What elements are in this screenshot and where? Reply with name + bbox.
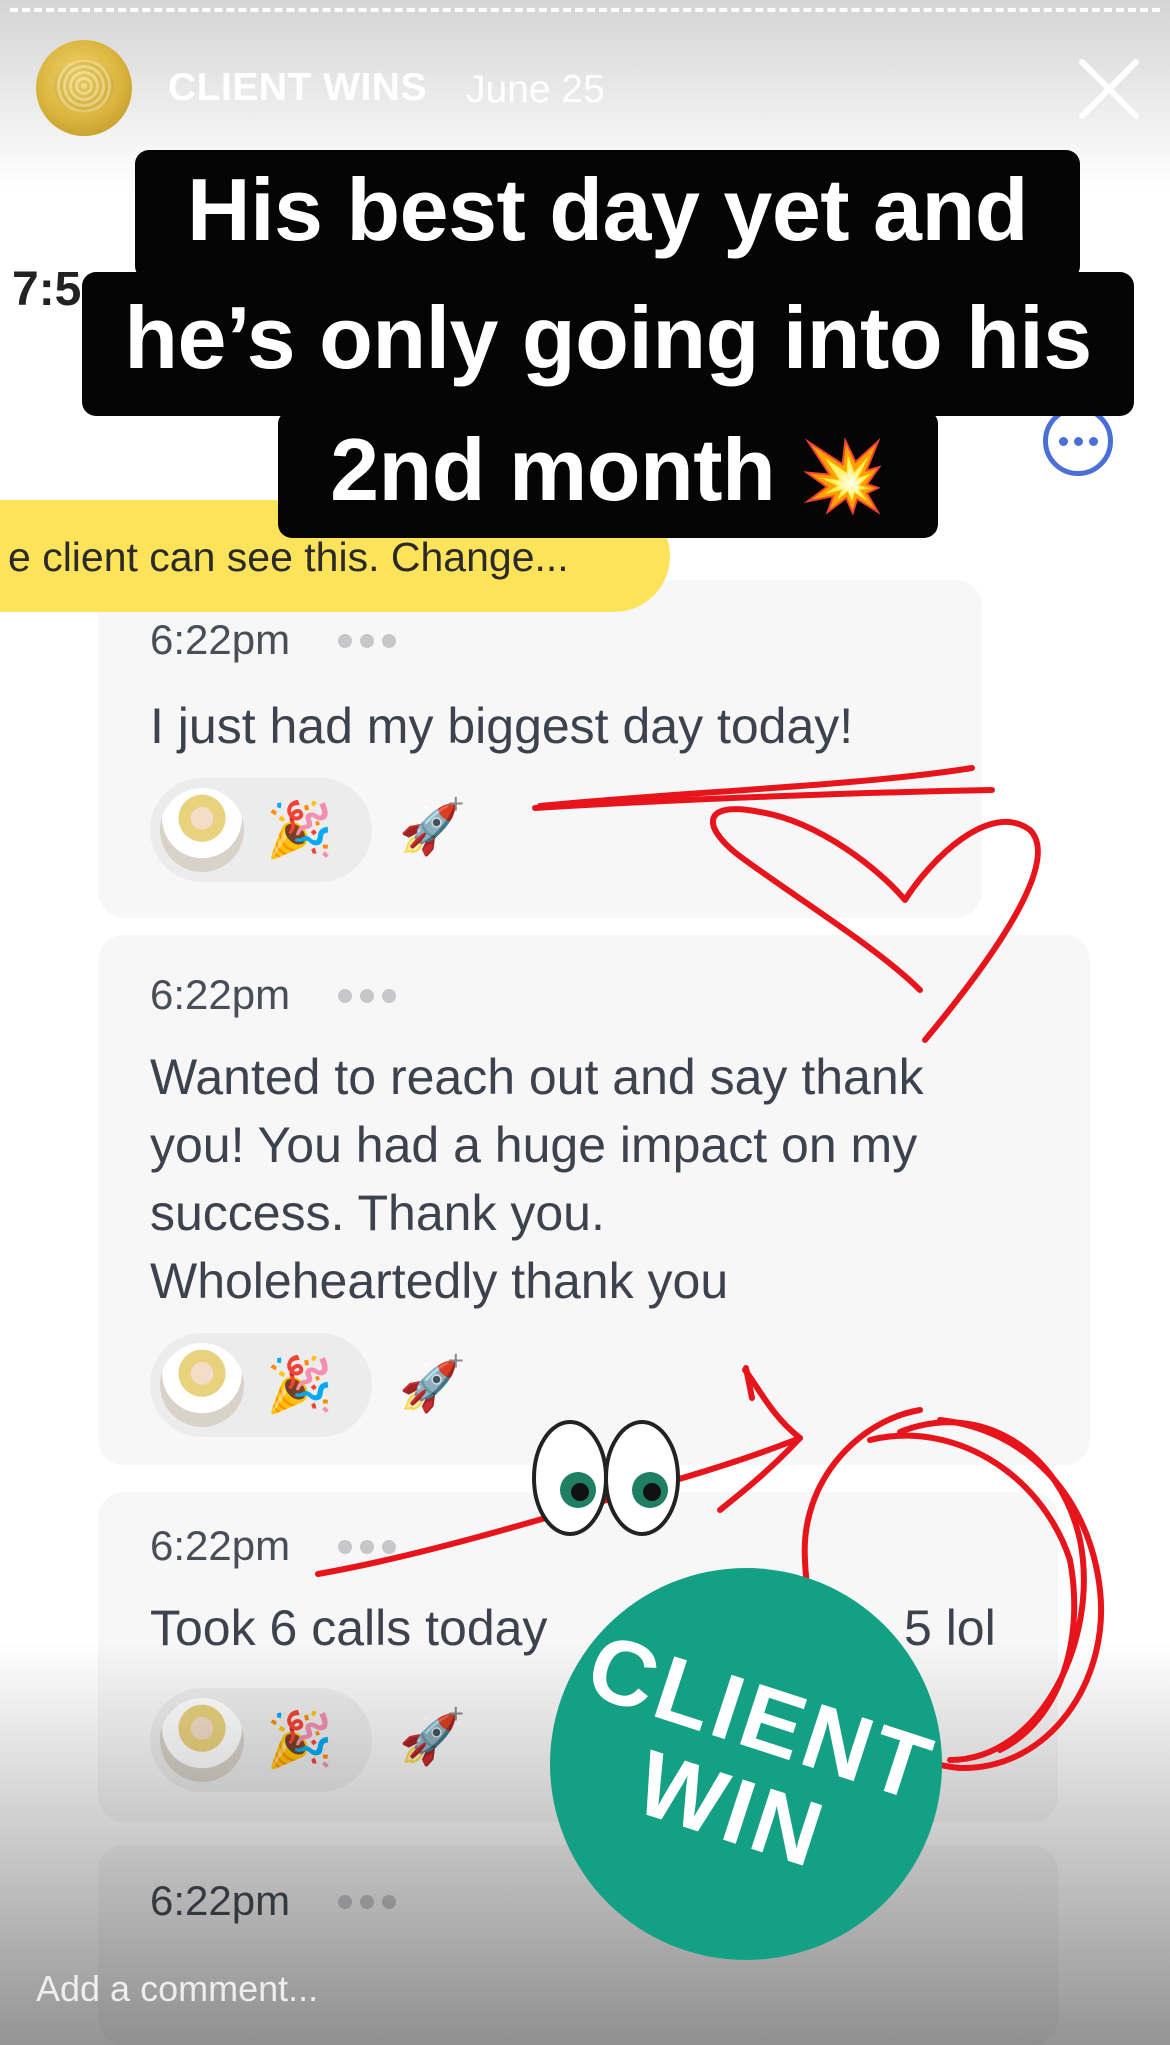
- reactor-avatar: [160, 788, 244, 872]
- client-win-badge-text: CLIENT WIN: [575, 1614, 946, 1888]
- message-text: Wanted to reach out and say thank you! Y…: [150, 1043, 924, 1315]
- message-card: 6:22pm Wanted to reach out and say thank…: [98, 935, 1090, 1465]
- add-reaction-icon[interactable]: 🚀 +: [394, 788, 464, 864]
- eyes-icon: [532, 1420, 680, 1536]
- post-date: June 25: [466, 68, 605, 111]
- account-avatar[interactable]: [36, 40, 132, 136]
- caption-line-3: 2nd month 💥: [278, 410, 938, 538]
- message-line: Wanted to reach out and say thank: [150, 1049, 924, 1105]
- message-text: I just had my biggest day today!: [150, 698, 854, 754]
- add-reaction-icon[interactable]: 🚀 +: [394, 1345, 464, 1421]
- account-name[interactable]: CLIENT WINS: [168, 66, 427, 110]
- reaction-pill[interactable]: 🎉: [150, 1688, 372, 1792]
- message-options-icon[interactable]: [338, 1895, 396, 1909]
- client-win-badge: CLIENT WIN: [550, 1568, 946, 1960]
- story-progress-bar: [10, 8, 1160, 17]
- message-time: 6:22pm: [150, 1522, 291, 1569]
- message-options-icon[interactable]: [338, 634, 396, 648]
- message-text-end: 5 lol: [904, 1600, 996, 1656]
- message-card: 6:22pm: [98, 1845, 1058, 2045]
- party-popper-icon: 🎉: [266, 799, 334, 860]
- party-popper-icon: 🎉: [266, 1709, 334, 1770]
- caption-line-3-text: 2nd month: [330, 420, 776, 519]
- message-options-icon[interactable]: [338, 989, 396, 1003]
- comment-input[interactable]: Add a comment...: [36, 1968, 318, 2010]
- reaction-pill[interactable]: 🎉: [150, 778, 372, 882]
- caption-line-1: His best day yet and: [135, 150, 1080, 280]
- reactor-avatar: [160, 1343, 244, 1427]
- add-reaction-icon[interactable]: 🚀 +: [394, 1698, 464, 1774]
- reaction-pill[interactable]: 🎉: [150, 1333, 372, 1437]
- more-options-icon[interactable]: [1043, 406, 1113, 476]
- message-line: you! You had a huge impact on my: [150, 1117, 918, 1173]
- message-time: 6:22pm: [150, 616, 291, 663]
- party-popper-icon: 🎉: [266, 1354, 334, 1415]
- explosion-icon: 💥: [799, 437, 886, 515]
- status-bar-time: 7:5: [12, 263, 82, 316]
- caption-line-2: he’s only going into his: [82, 272, 1134, 416]
- visibility-banner-text: e client can see this. Change...: [8, 534, 569, 580]
- message-line: success. Thank you.: [150, 1185, 605, 1241]
- message-time: 6:22pm: [150, 971, 291, 1018]
- close-icon[interactable]: [1074, 54, 1144, 124]
- message-line: Wholeheartedly thank you: [150, 1253, 729, 1309]
- message-card: 6:22pm I just had my biggest day today! …: [98, 580, 982, 918]
- message-options-icon[interactable]: [338, 1540, 396, 1554]
- message-text: Took 6 calls today: [150, 1600, 548, 1656]
- message-time: 6:22pm: [150, 1877, 291, 1924]
- reactor-avatar: [160, 1698, 244, 1782]
